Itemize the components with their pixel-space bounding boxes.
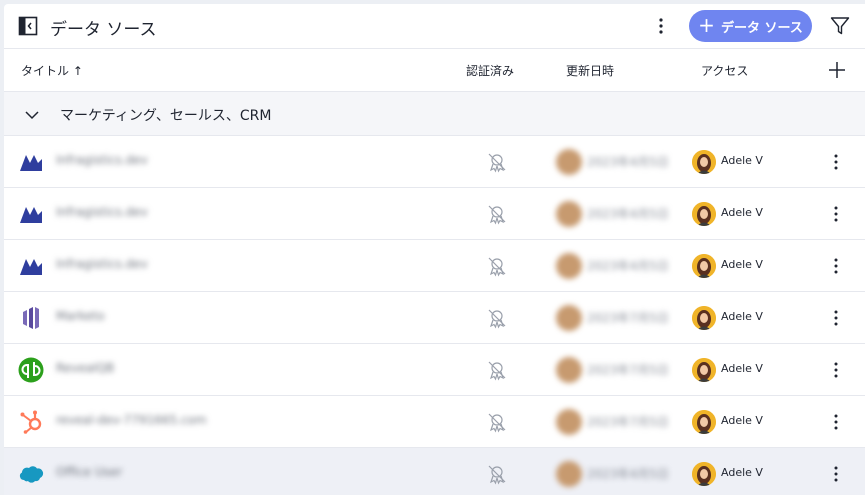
source-name: Infragistics.dev: [56, 205, 148, 219]
marketo-logo-icon: [23, 307, 39, 329]
updated-date: 2023年4月5日: [587, 259, 669, 273]
unverified-icon: [488, 205, 506, 225]
group-header[interactable]: マーケティング、セールス、CRM: [4, 92, 865, 136]
table-row[interactable]: Infragistics.dev 2023年4月5日 Adele V: [4, 136, 865, 188]
updated-date: 2023年4月5日: [587, 467, 669, 481]
updater-avatar: [556, 409, 582, 435]
access-user-name: Adele V: [721, 466, 763, 479]
updater-avatar: [556, 357, 582, 383]
table-row[interactable]: ReveaIQB 2023年7月5日 Adele V: [4, 344, 865, 396]
access-user-name: Adele V: [721, 154, 763, 167]
data-sources-panel: データ ソース + データ ソース タイトル ↑ 認証済み 更新日時 アクセス …: [4, 4, 865, 495]
access-user-name: Adele V: [721, 362, 763, 375]
avatar: [692, 202, 716, 226]
add-column-icon[interactable]: [828, 61, 846, 79]
hubspot-logo-icon: [20, 410, 42, 434]
table-row[interactable]: Office User 2023年4月5日 Adele V: [4, 448, 865, 495]
source-name: Infragistics.dev: [56, 153, 148, 167]
chevron-down-icon[interactable]: [24, 107, 40, 123]
add-data-source-label: データ ソース: [720, 20, 803, 36]
column-verified[interactable]: 認証済み: [466, 62, 514, 79]
column-title-sort[interactable]: タイトル ↑: [21, 62, 83, 79]
updater-avatar: [556, 201, 582, 227]
row-more-options-icon[interactable]: [830, 256, 842, 276]
filter-icon[interactable]: [830, 16, 850, 36]
more-options-icon[interactable]: [654, 16, 668, 36]
updated-date: 2023年4月5日: [587, 155, 669, 169]
avatar: [692, 306, 716, 330]
updater-avatar: [556, 253, 582, 279]
avatar: [692, 462, 716, 486]
unverified-icon: [488, 153, 506, 173]
unverified-icon: [488, 465, 506, 485]
avatar: [692, 410, 716, 434]
source-name: Infragistics.dev: [56, 257, 148, 271]
quickbooks-logo-icon: [18, 357, 44, 383]
updated-date: 2023年4月5日: [587, 207, 669, 221]
panel-header: データ ソース + データ ソース: [4, 4, 865, 49]
dynamics-logo-icon: [20, 155, 42, 171]
unverified-icon: [488, 361, 506, 381]
updater-avatar: [556, 305, 582, 331]
updater-avatar: [556, 461, 582, 487]
row-more-options-icon[interactable]: [830, 360, 842, 380]
avatar: [692, 150, 716, 174]
add-data-source-button[interactable]: + データ ソース: [689, 10, 812, 42]
row-more-options-icon[interactable]: [830, 152, 842, 172]
row-more-options-icon[interactable]: [830, 412, 842, 432]
row-more-options-icon[interactable]: [830, 204, 842, 224]
updated-date: 2023年7月5日: [587, 311, 669, 325]
table-row[interactable]: Infragistics.dev 2023年4月5日 Adele V: [4, 240, 865, 292]
table-row[interactable]: Infragistics.dev 2023年4月5日 Adele V: [4, 188, 865, 240]
column-header-row: タイトル ↑ 認証済み 更新日時 アクセス: [4, 48, 865, 92]
column-updated[interactable]: 更新日時: [566, 62, 614, 79]
updated-date: 2023年7月5日: [587, 415, 669, 429]
source-name: Office User: [56, 465, 123, 479]
unverified-icon: [488, 413, 506, 433]
dynamics-logo-icon: [20, 259, 42, 275]
unverified-icon: [488, 309, 506, 329]
avatar: [692, 254, 716, 278]
salesforce-logo-icon: [19, 466, 44, 483]
access-user-name: Adele V: [721, 414, 763, 427]
column-access[interactable]: アクセス: [701, 62, 748, 79]
row-more-options-icon[interactable]: [830, 308, 842, 328]
access-user-name: Adele V: [721, 206, 763, 219]
avatar: [692, 358, 716, 382]
row-more-options-icon[interactable]: [830, 464, 842, 484]
source-name: ReveaIQB: [56, 361, 115, 375]
table-row[interactable]: Marketo 2023年7月5日 Adele V: [4, 292, 865, 344]
source-name: reveal-dev-7791665.com: [56, 413, 207, 427]
updated-date: 2023年7月5日: [587, 363, 669, 377]
plus-icon: +: [698, 13, 715, 37]
updater-avatar: [556, 149, 582, 175]
table-row[interactable]: reveal-dev-7791665.com 2023年7月5日 Adele V: [4, 396, 865, 448]
data-source-list: Infragistics.dev 2023年4月5日 Adele V Infra…: [4, 136, 865, 495]
group-label: マーケティング、セールス、CRM: [60, 108, 272, 124]
access-user-name: Adele V: [721, 310, 763, 323]
access-user-name: Adele V: [721, 258, 763, 271]
page-title: データ ソース: [50, 20, 157, 40]
unverified-icon: [488, 257, 506, 277]
dynamics-logo-icon: [20, 207, 42, 223]
source-name: Marketo: [56, 309, 105, 323]
sidebar-collapse-icon[interactable]: [18, 16, 38, 36]
